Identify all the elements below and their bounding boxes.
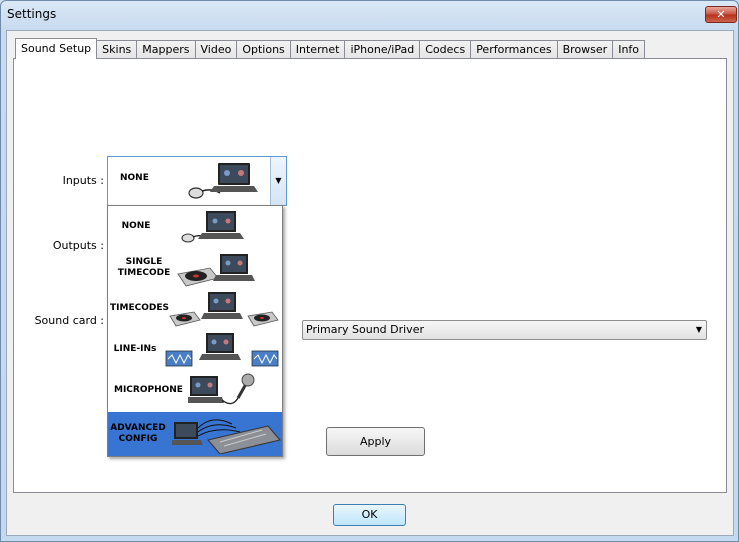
tab-browser[interactable]: Browser xyxy=(557,40,614,59)
inputs-dropdown-arrow[interactable]: ▼ xyxy=(270,157,286,205)
close-icon: ✕ xyxy=(716,8,726,21)
tab-codecs[interactable]: Codecs xyxy=(420,40,472,59)
window-title: Settings xyxy=(7,7,57,21)
close-button[interactable]: ✕ xyxy=(705,6,737,23)
sound-card-label: Sound card : xyxy=(34,314,104,327)
option-label: MICROPHONE xyxy=(114,385,183,395)
outputs-label: Outputs : xyxy=(52,239,104,252)
line-in-waves-laptop-icon xyxy=(165,333,279,367)
inputs-option-none[interactable]: NONE xyxy=(108,207,282,248)
inputs-combo-value: NONE xyxy=(120,173,149,183)
chevron-down-icon: ▼ xyxy=(695,325,702,334)
inputs-option-microphone[interactable]: MICROPHONE xyxy=(108,371,282,412)
tab-skins[interactable]: Skins xyxy=(97,40,138,59)
inputs-option-single-timecode[interactable]: SINGLE TIMECODE xyxy=(108,248,282,289)
option-label: NONE xyxy=(121,221,151,231)
tab-iphone-ipad[interactable]: iPhone/iPad xyxy=(345,40,421,59)
tab-mappers[interactable]: Mappers xyxy=(137,40,196,59)
ok-button[interactable]: OK xyxy=(333,504,406,526)
inputs-dropdown-list: NONE SINGLE TIMECODE TIMECODES LINE-INs … xyxy=(107,205,283,457)
tab-info[interactable]: Info xyxy=(613,40,646,59)
sound-setup-panel: Inputs : Outputs : Sound card : NONE ▼ N… xyxy=(13,58,727,493)
inputs-label: Inputs : xyxy=(62,174,104,187)
settings-window: Settings ✕ Sound Setup Skins Mappers Vid… xyxy=(0,0,739,542)
dialog-client: Sound Setup Skins Mappers Video Options … xyxy=(6,30,734,536)
apply-button[interactable]: Apply xyxy=(326,427,425,456)
option-label: SINGLE TIMECODE xyxy=(117,257,171,278)
inputs-option-timecodes[interactable]: TIMECODES xyxy=(108,289,282,330)
inputs-option-line-ins[interactable]: LINE-INs xyxy=(108,330,282,371)
dual-turntables-laptop-icon xyxy=(169,292,279,327)
option-label: ADVANCED CONFIG xyxy=(110,423,166,444)
laptop-microphone-icon xyxy=(188,373,255,405)
option-label: TIMECODES xyxy=(110,303,169,313)
option-label: LINE-INs xyxy=(113,344,157,354)
inputs-combo[interactable]: NONE ▼ xyxy=(107,156,287,206)
title-bar[interactable]: Settings ✕ xyxy=(1,1,738,29)
tab-options[interactable]: Options xyxy=(237,40,291,59)
tab-strip: Sound Setup Skins Mappers Video Options … xyxy=(15,38,646,59)
tab-performances[interactable]: Performances xyxy=(471,40,558,59)
tab-internet[interactable]: Internet xyxy=(290,40,346,59)
chevron-down-icon: ▼ xyxy=(275,176,282,185)
laptop-mouse-icon xyxy=(188,163,258,199)
inputs-option-advanced-config[interactable]: ADVANCED CONFIG xyxy=(108,412,282,456)
sound-card-value: Primary Sound Driver xyxy=(306,323,424,336)
tab-video[interactable]: Video xyxy=(195,40,238,59)
laptop-mouse-icon xyxy=(181,211,244,243)
sound-card-select[interactable]: Primary Sound Driver ▼ xyxy=(302,320,707,340)
laptop-mixer-icon xyxy=(172,419,281,454)
tab-sound-setup[interactable]: Sound Setup xyxy=(15,38,98,59)
turntable-laptop-icon xyxy=(177,254,255,287)
